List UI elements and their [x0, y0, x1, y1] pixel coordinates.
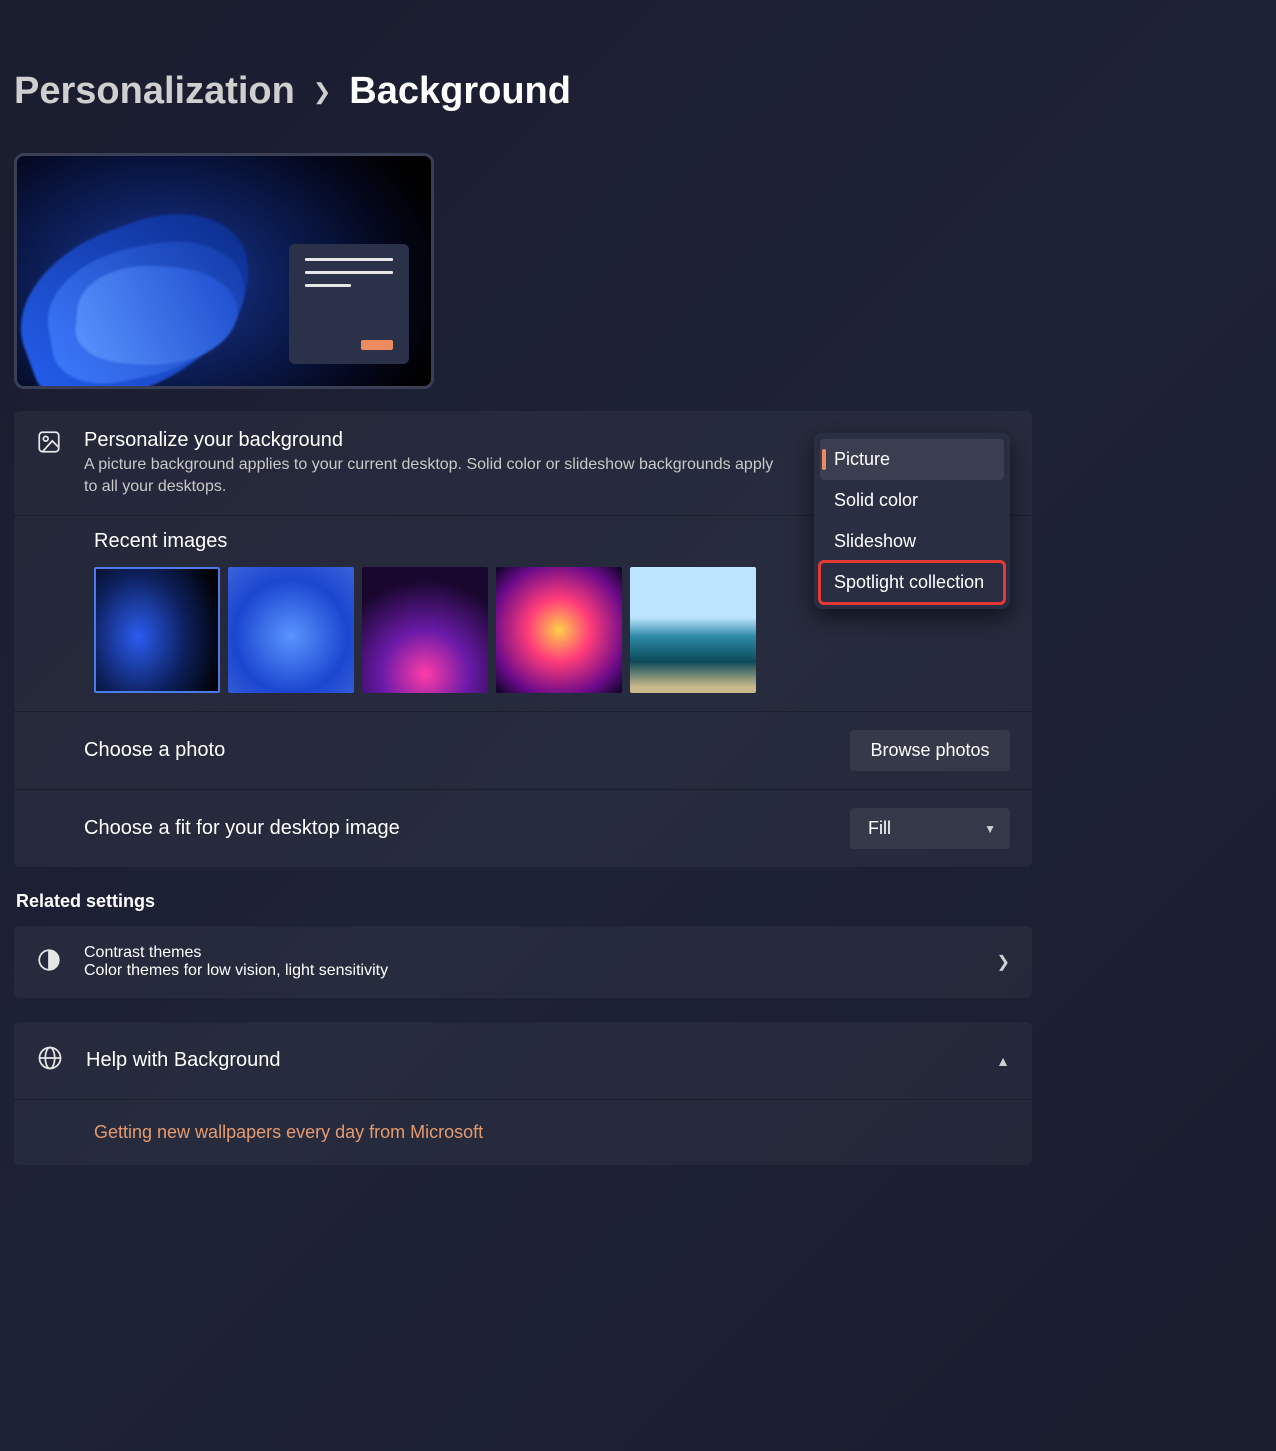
contrast-themes-link[interactable]: Contrast themes Color themes for low vis…	[14, 926, 1032, 998]
contrast-sub: Color themes for low vision, light sensi…	[84, 962, 388, 980]
personalize-background-row: Personalize your background A picture ba…	[14, 411, 1032, 516]
personalize-description: A picture background applies to your cur…	[84, 454, 784, 497]
help-header[interactable]: Help with Background ▲	[14, 1022, 1032, 1100]
recent-image-2[interactable]	[228, 567, 354, 693]
globe-icon	[36, 1044, 64, 1077]
recent-image-4[interactable]	[496, 567, 622, 693]
choose-photo-label: Choose a photo	[84, 739, 828, 762]
chevron-down-icon: ▼	[984, 822, 996, 836]
background-type-dropdown[interactable]: Picture Solid color Slideshow Spotlight …	[814, 433, 1010, 609]
dropdown-option-solid-color[interactable]: Solid color	[820, 480, 1004, 521]
image-icon	[36, 429, 62, 455]
preview-window-mock	[289, 244, 409, 364]
related-settings-heading: Related settings	[16, 891, 1268, 912]
chevron-right-icon: ❯	[305, 79, 339, 105]
chevron-right-icon: ❯	[997, 952, 1010, 972]
help-panel: Help with Background ▲ Getting new wallp…	[14, 1022, 1032, 1165]
dropdown-option-picture[interactable]: Picture	[820, 439, 1004, 480]
background-settings-panel: Personalize your background A picture ba…	[14, 411, 1032, 867]
breadcrumb-parent-link[interactable]: Personalization	[14, 70, 295, 113]
browse-photos-button[interactable]: Browse photos	[850, 730, 1010, 771]
choose-photo-row: Choose a photo Browse photos	[14, 712, 1032, 790]
choose-fit-row: Choose a fit for your desktop image Fill…	[14, 790, 1032, 867]
breadcrumb: Personalization ❯ Background	[14, 70, 1268, 113]
recent-image-5[interactable]	[630, 567, 756, 693]
dropdown-option-spotlight[interactable]: Spotlight collection	[820, 562, 1004, 603]
chevron-up-icon: ▲	[996, 1053, 1010, 1069]
contrast-title: Contrast themes	[84, 944, 388, 962]
fit-select[interactable]: Fill ▼	[850, 808, 1010, 849]
contrast-icon	[36, 947, 62, 978]
desktop-preview	[14, 153, 434, 389]
breadcrumb-current: Background	[349, 70, 571, 113]
choose-fit-label: Choose a fit for your desktop image	[84, 817, 828, 840]
help-title: Help with Background	[86, 1049, 281, 1072]
recent-image-1[interactable]	[94, 567, 220, 693]
recent-image-3[interactable]	[362, 567, 488, 693]
dropdown-option-slideshow[interactable]: Slideshow	[820, 521, 1004, 562]
help-link-spotlight[interactable]: Getting new wallpapers every day from Mi…	[94, 1122, 483, 1142]
fit-value: Fill	[868, 818, 891, 838]
